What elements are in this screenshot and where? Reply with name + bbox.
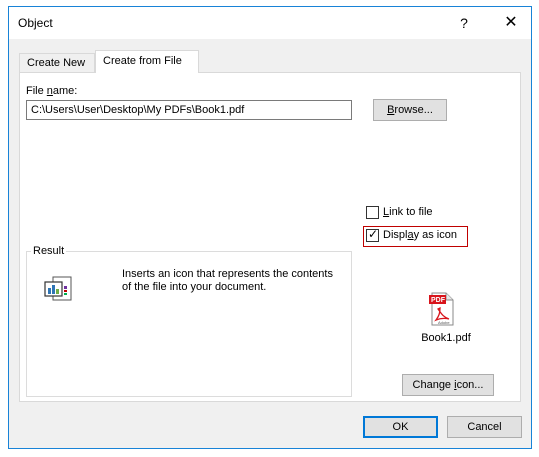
tab-create-new[interactable]: Create New	[19, 53, 95, 72]
browse-button[interactable]: Browse...	[373, 99, 447, 121]
object-dialog: Object ? ✕ Create New Create from File F…	[8, 6, 532, 449]
link-to-file-label: Link to file	[383, 206, 433, 218]
icon-caption: Book1.pdf	[421, 332, 471, 344]
dialog-client: Create New Create from File File name: C…	[9, 39, 531, 448]
check-icon: ✓	[368, 227, 379, 241]
help-button[interactable]: ?	[453, 13, 475, 33]
adobe-brand: Adobe	[438, 320, 450, 325]
change-icon-button[interactable]: Change icon...	[402, 374, 494, 396]
result-group: Result Inserts an icon that represents t…	[26, 245, 352, 397]
document-chart-icon	[43, 276, 75, 305]
tab-create-from-file[interactable]: Create from File	[95, 50, 199, 73]
link-to-file-checkbox[interactable]	[366, 206, 379, 219]
result-title: Result	[31, 245, 67, 257]
file-name-field[interactable]: C:\Users\User\Desktop\My PDFs\Book1.pdf	[26, 100, 352, 120]
result-description: Inserts an icon that represents the cont…	[122, 268, 333, 293]
display-as-icon-checkbox[interactable]: ✓	[366, 227, 379, 242]
title-bar: Object ? ✕	[9, 7, 531, 39]
cancel-button[interactable]: Cancel	[447, 416, 522, 438]
ok-button[interactable]: OK	[363, 416, 438, 438]
file-name-label: File name:	[26, 85, 78, 97]
create-from-file-panel: File name: C:\Users\User\Desktop\My PDFs…	[19, 72, 521, 402]
window-title: Object	[18, 16, 53, 30]
display-as-icon-label: Display as icon	[383, 229, 457, 241]
close-icon[interactable]: ✕	[500, 13, 522, 33]
pdf-badge: PDF	[431, 297, 446, 304]
pdf-file-icon: PDF Adobe	[429, 291, 455, 330]
